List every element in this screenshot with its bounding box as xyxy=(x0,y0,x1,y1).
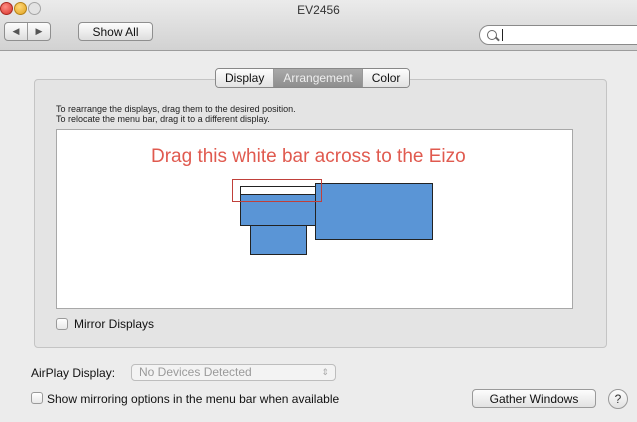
airplay-selected-value: No Devices Detected xyxy=(139,365,252,379)
display-arrangement-area[interactable]: Drag this white bar across to the Eizo xyxy=(56,129,573,309)
mirror-displays-checkbox[interactable] xyxy=(56,318,68,330)
mirror-displays-label: Mirror Displays xyxy=(74,317,155,331)
instruction-rearrange: To rearrange the displays, drag them to … xyxy=(56,104,296,114)
instruction-menubar: To relocate the menu bar, drag it to a d… xyxy=(56,114,270,124)
window-toolbar: EV2456 ◀ ▶ Show All xyxy=(0,0,637,51)
display-eizo[interactable] xyxy=(315,183,433,240)
history-nav: ◀ ▶ xyxy=(4,22,51,41)
tab-bar: Display Arrangement Color xyxy=(215,68,411,88)
airplay-display-select[interactable]: No Devices Detected ⇕ xyxy=(131,364,336,381)
popup-arrows-icon: ⇕ xyxy=(321,367,329,377)
search-input[interactable] xyxy=(479,25,637,45)
tab-display[interactable]: Display xyxy=(216,69,274,87)
gather-windows-button[interactable]: Gather Windows xyxy=(472,389,596,408)
window-title: EV2456 xyxy=(297,3,340,17)
tab-arrangement[interactable]: Arrangement xyxy=(273,69,362,87)
tab-color[interactable]: Color xyxy=(361,69,410,87)
annotation-hint: Drag this white bar across to the Eizo xyxy=(151,146,466,167)
show-mirroring-checkbox[interactable] xyxy=(31,392,43,404)
back-icon[interactable]: ◀ xyxy=(5,23,27,40)
airplay-label: AirPlay Display: xyxy=(31,366,116,380)
forward-icon[interactable]: ▶ xyxy=(27,23,50,40)
search-icon xyxy=(487,30,497,40)
menu-bar-highlight-box xyxy=(232,179,322,202)
help-button[interactable]: ? xyxy=(608,389,628,409)
show-mirroring-label: Show mirroring options in the menu bar w… xyxy=(47,392,340,406)
display-third[interactable] xyxy=(250,225,307,255)
show-all-button[interactable]: Show All xyxy=(78,22,153,41)
text-cursor xyxy=(502,29,503,41)
